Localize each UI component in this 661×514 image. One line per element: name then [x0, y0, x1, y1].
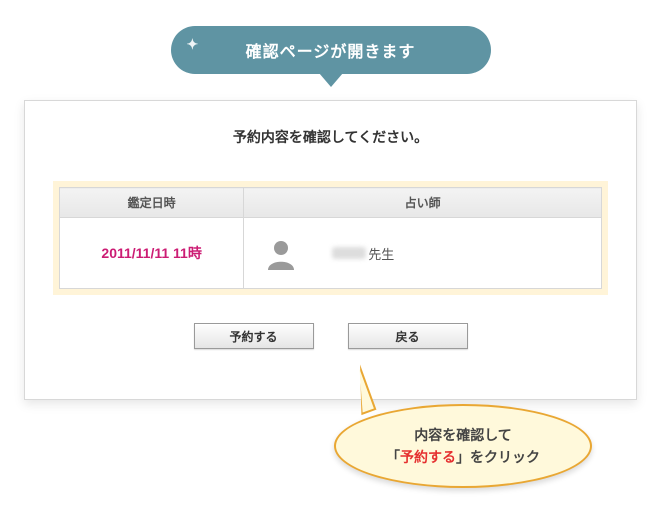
- button-row: 予約する 戻る: [53, 323, 608, 349]
- intro-bubble-text: 確認ページが開きます: [246, 38, 416, 62]
- teacher-name: 先生: [332, 244, 394, 263]
- back-button[interactable]: 戻る: [348, 323, 468, 349]
- teacher-name-obscured: [332, 247, 366, 259]
- callout-line2-prefix: 「: [386, 449, 400, 465]
- cell-datetime: 2011/11/11 11時: [60, 218, 244, 289]
- table-row: 2011/11/11 11時: [60, 218, 602, 289]
- header-datetime: 鑑定日時: [60, 188, 244, 218]
- callout-line1: 内容を確認して: [414, 424, 512, 446]
- datetime-value: 2011/11/11 11時: [101, 245, 201, 261]
- teacher-suffix: 先生: [368, 244, 394, 263]
- callout-line2-suffix: 」をクリック: [456, 449, 540, 465]
- sparkle-icon: ✦: [187, 36, 200, 53]
- callout-line2-accent: 予約する: [400, 449, 456, 465]
- header-teacher: 占い師: [244, 188, 602, 218]
- avatar-icon: [264, 236, 298, 270]
- confirmation-panel: 予約内容を確認してください。 鑑定日時 占い師 2011/11/11 11時: [24, 100, 637, 400]
- reserve-button[interactable]: 予約する: [194, 323, 314, 349]
- intro-bubble: ✦ 確認ページが開きます: [171, 26, 491, 74]
- cell-teacher: 先生: [244, 218, 602, 289]
- reservation-table: 鑑定日時 占い師 2011/11/11 11時: [59, 187, 602, 289]
- callout-line2: 「予約する」をクリック: [386, 446, 540, 468]
- table-header-row: 鑑定日時 占い師: [60, 188, 602, 218]
- panel-title: 予約内容を確認してください。: [53, 127, 608, 147]
- reservation-table-wrap: 鑑定日時 占い師 2011/11/11 11時: [53, 181, 608, 295]
- instruction-callout: 内容を確認して 「予約する」をクリック: [334, 404, 592, 488]
- intro-bubble-tail: [319, 73, 343, 87]
